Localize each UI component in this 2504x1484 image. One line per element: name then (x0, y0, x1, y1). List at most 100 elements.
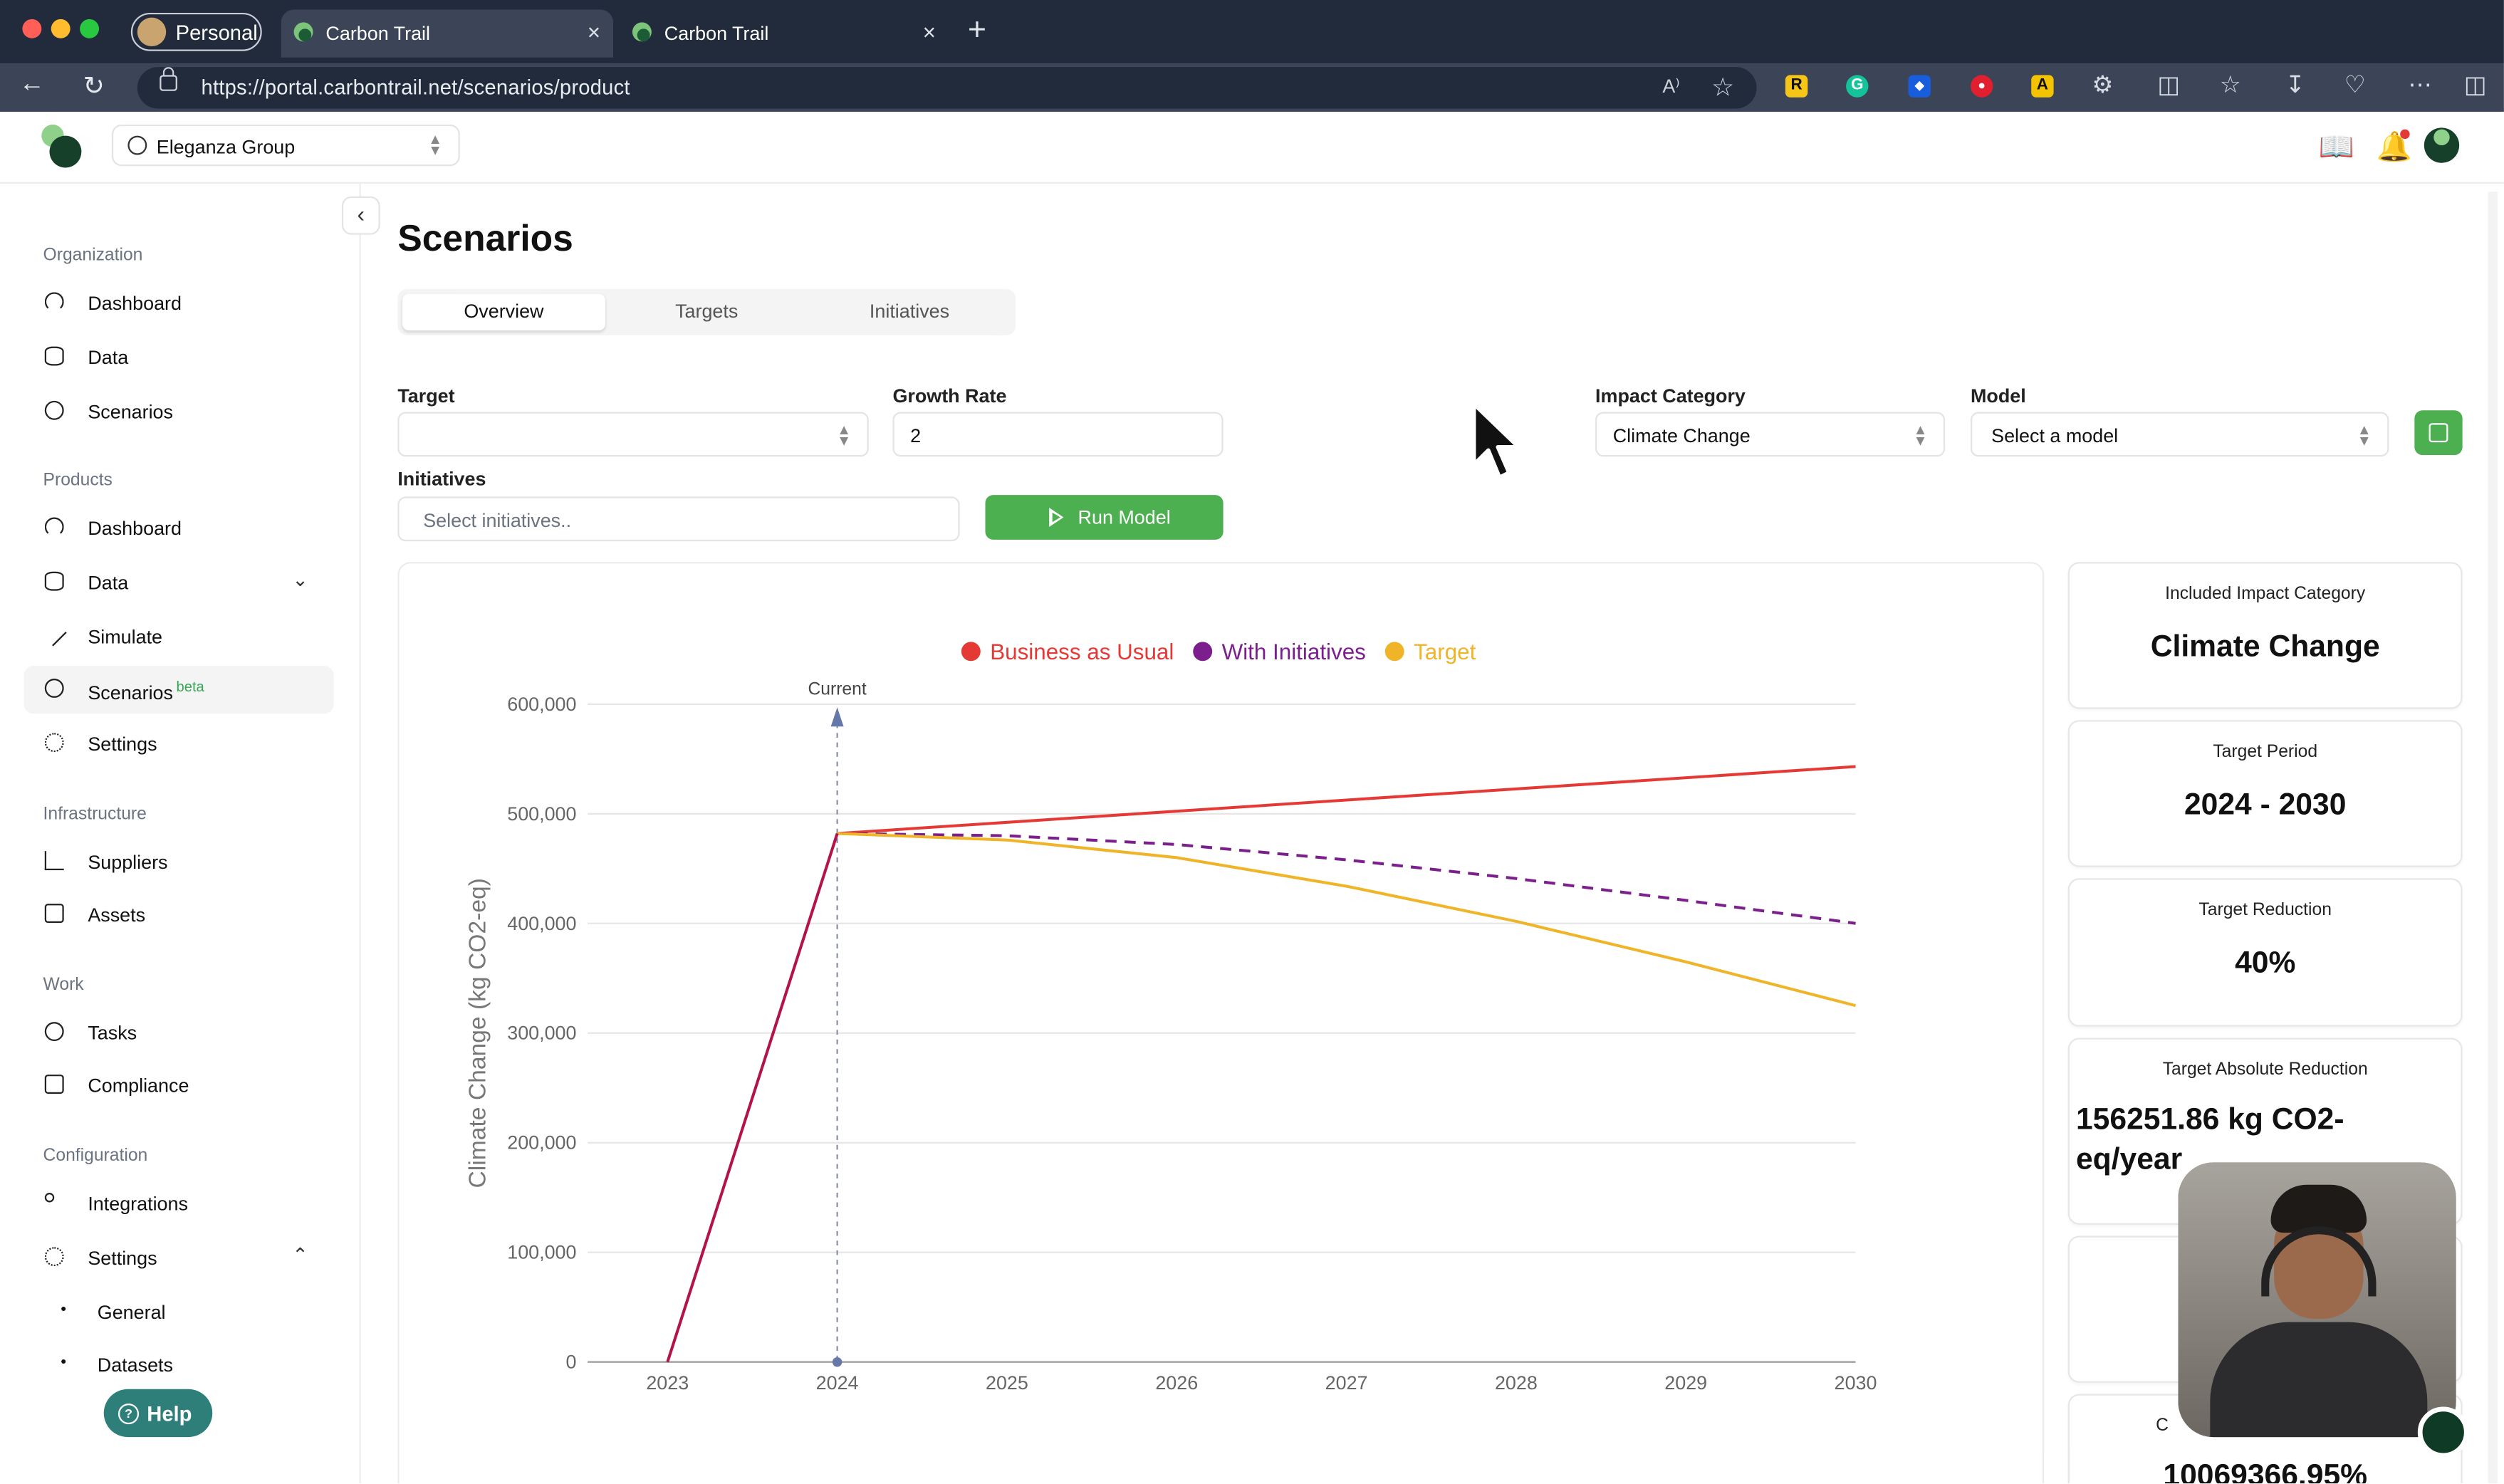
impact-category-value: Climate Change (1612, 424, 1751, 447)
tab-title: Carbon Trail (664, 22, 769, 45)
webcam-person-body (2210, 1322, 2428, 1438)
gear-icon (44, 1247, 64, 1267)
a-extension-icon[interactable]: A (2031, 75, 2054, 98)
sidebar-item-integrations[interactable]: Integrations (24, 1180, 334, 1228)
pencil-icon (41, 621, 67, 647)
favorite-star-icon[interactable]: ☆ (1711, 72, 1734, 104)
chevron-up-icon[interactable]: ⌃ (292, 1244, 308, 1266)
sidebar-item-product-data[interactable]: Data ⌄ (24, 559, 334, 607)
extensions-puzzle-icon[interactable]: ⚙ (2092, 70, 2113, 99)
browser-toolbar: ← ↻ https://portal.carbontrail.net/scena… (0, 63, 2504, 112)
summary-value: 2024 - 2030 (2184, 788, 2347, 822)
sidebar-item-assets[interactable]: Assets (24, 891, 334, 939)
tab-targets[interactable]: Targets (605, 294, 808, 331)
help-button[interactable]: ? Help (103, 1389, 213, 1438)
sidebar-item-tasks[interactable]: Tasks (24, 1009, 334, 1057)
maximize-window-icon[interactable] (80, 19, 100, 38)
sidebar-item-label: Dashboard (88, 517, 182, 540)
crosshair-icon (44, 400, 64, 420)
browser-essentials-icon[interactable]: ♡ (2344, 70, 2366, 99)
scenario-tabs: Overview Targets Initiatives (397, 288, 1016, 335)
url-text[interactable]: https://portal.carbontrail.net/scenarios… (202, 75, 630, 99)
new-tab-button[interactable]: + (968, 13, 986, 48)
sidebar-item-config-settings[interactable]: Settings ⌃ (24, 1234, 334, 1282)
y-tick-label: 200,000 (507, 1132, 576, 1154)
x-tick-label: 2029 (1664, 1372, 1707, 1394)
browser-tab[interactable]: Carbon Trail × (620, 9, 949, 57)
tab-close-icon[interactable]: × (588, 19, 600, 45)
minimize-window-icon[interactable] (51, 19, 71, 38)
sidebar-item-product-settings[interactable]: Settings (24, 720, 334, 768)
factory-icon (44, 851, 64, 871)
stop-extension-glyph: ● (1978, 78, 1986, 93)
current-marker-point (832, 1357, 843, 1367)
sidebar-item-product-dashboard[interactable]: Dashboard (24, 505, 334, 553)
sidebar-item-suppliers[interactable]: Suppliers (24, 838, 334, 886)
impact-category-select[interactable]: Climate Change ▲ ▼ (1595, 412, 1946, 457)
user-avatar[interactable] (2424, 127, 2460, 163)
sidebar-item-org-dashboard[interactable]: Dashboard (24, 279, 334, 327)
sidebar-item-label: Tasks (88, 1022, 137, 1045)
close-window-icon[interactable] (22, 19, 42, 38)
sidebar-subitem-label: General (97, 1301, 166, 1324)
legend-marker (1384, 642, 1404, 662)
summary-card-target-reduction: Target Reduction 40% (2067, 878, 2463, 1027)
x-tick-label: 2023 (646, 1372, 689, 1394)
growth-rate-label: Growth Rate (892, 385, 1007, 407)
sidebar-toggle-icon[interactable]: ◫ (2464, 70, 2487, 99)
organization-selector[interactable]: Eleganza Group ▲ ▼ (111, 124, 460, 167)
chevron-down-icon[interactable]: ⌄ (292, 568, 308, 590)
check-circle-icon (44, 1022, 64, 1041)
back-arrow-icon[interactable]: ← (19, 70, 45, 99)
grammarly-icon[interactable]: G (1846, 75, 1869, 98)
globe-icon (127, 135, 147, 155)
mouse-cursor-icon (1471, 402, 1521, 480)
save-scenario-button[interactable] (2414, 410, 2463, 456)
page-scrollbar[interactable] (2488, 192, 2498, 1484)
tab-initiatives[interactable]: Initiatives (808, 294, 1011, 331)
tab-overview[interactable]: Overview (402, 293, 605, 331)
read-aloud-icon[interactable]: A⁾ (1662, 75, 1680, 97)
target-select[interactable]: ▲ ▼ (397, 412, 869, 457)
stop-extension-icon[interactable]: ● (1970, 75, 1993, 98)
r-extension-icon[interactable]: R (1785, 75, 1808, 98)
database-icon (44, 346, 64, 366)
sidebar-item-label: Dashboard (88, 292, 182, 315)
r-extension-glyph: R (1790, 76, 1803, 95)
current-marker-label: Current (808, 679, 866, 699)
reload-icon[interactable]: ↻ (83, 70, 105, 103)
browser-tab-active[interactable]: Carbon Trail × (281, 9, 614, 58)
collapse-sidebar-chevron-left-icon[interactable]: ‹ (341, 196, 380, 235)
sidebar-item-label: Simulate (88, 625, 163, 649)
sidebar-item-label: Assets (88, 904, 146, 926)
favorites-icon[interactable]: ☆ (2220, 70, 2241, 99)
building-icon (44, 904, 64, 924)
sidebar-item-compliance[interactable]: Compliance (24, 1062, 334, 1109)
database-icon (44, 571, 64, 591)
crosshair-icon (44, 678, 64, 698)
sidebar-item-simulate[interactable]: Simulate (24, 613, 334, 661)
carbon-trail-favicon-icon (293, 22, 313, 42)
growth-rate-input[interactable]: 2 (892, 412, 1224, 457)
run-model-button[interactable]: Run Model (985, 495, 1224, 540)
chat-launcher-button[interactable] (2417, 1406, 2469, 1458)
gear-icon (44, 733, 64, 753)
carbon-trail-logo[interactable] (41, 124, 83, 168)
sidebar-item-product-scenarios[interactable]: Scenarios beta (24, 666, 334, 714)
sidebar-item-org-data[interactable]: Data (24, 334, 334, 382)
more-options-icon[interactable]: ⋯ (2408, 70, 2432, 99)
downloads-icon[interactable]: ↧ (2285, 70, 2305, 99)
sidebar-item-org-scenarios[interactable]: Scenarios (24, 388, 334, 436)
series-line (666, 832, 839, 1363)
address-bar[interactable]: https://portal.carbontrail.net/scenarios… (137, 67, 1757, 109)
profile-avatar (137, 17, 167, 47)
split-screen-icon[interactable]: ◫ (2157, 70, 2180, 99)
profile-button[interactable]: Personal (130, 12, 262, 51)
profile-label: Personal (175, 21, 258, 45)
chevron-up-down-icon: ▲ ▼ (2357, 421, 2372, 449)
model-select[interactable]: Select a model ▲ ▼ (1970, 412, 2389, 457)
documentation-book-icon[interactable]: 📖 (2319, 131, 2354, 164)
tab-close-icon[interactable]: × (923, 19, 936, 45)
initiatives-input[interactable]: Select initiatives.. (397, 496, 960, 542)
bitwarden-icon[interactable]: ◆ (1908, 75, 1931, 98)
